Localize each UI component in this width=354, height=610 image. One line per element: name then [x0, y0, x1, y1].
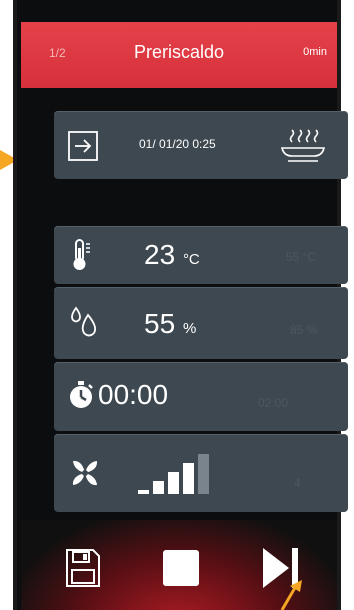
humidity-card[interactable]: 55 % 85 % — [54, 287, 348, 359]
timer-value: 00:00 — [98, 379, 169, 410]
fan-card[interactable]: 4 — [54, 434, 348, 512]
stop-icon[interactable] — [161, 548, 201, 588]
fan-level-bar — [198, 454, 209, 494]
fan-level-bar — [153, 481, 164, 494]
device-screen: 1/2 Preriscaldo 0min 01/ 01/20 0:25 23 °… — [13, 0, 348, 610]
fan-icon — [72, 460, 98, 486]
timer-target: 02:00 — [258, 396, 289, 410]
temperature-card[interactable]: 23 °C 55 °C — [54, 226, 348, 284]
enter-icon[interactable] — [68, 131, 98, 161]
fan-level-bar — [138, 490, 149, 494]
temperature-unit: °C — [182, 251, 200, 268]
humidity-icon — [71, 306, 97, 337]
fan-level-bar — [168, 472, 179, 494]
duration-label: 0min — [303, 46, 327, 58]
header-bar: 1/2 Preriscaldo 0min — [21, 22, 337, 88]
humidity-unit: % — [182, 320, 197, 337]
steam-tray-icon — [280, 129, 326, 162]
humidity-value: 55 — [144, 308, 176, 339]
pointer-arrow-bottom — [280, 580, 302, 610]
temperature-value: 23 — [144, 239, 176, 270]
schedule-datetime: 01/ 01/20 0:25 — [139, 137, 216, 151]
save-icon[interactable] — [65, 548, 101, 588]
fan-level-bar — [183, 463, 194, 494]
thermometer-icon — [73, 239, 90, 270]
fan-target: 4 — [294, 476, 301, 490]
schedule-card[interactable]: 01/ 01/20 0:25 — [54, 111, 348, 179]
phase-title: Preriscaldo — [133, 42, 225, 62]
fan-level-bars — [138, 454, 209, 494]
temperature-target: 55 °C — [286, 250, 317, 264]
timer-card[interactable]: 00:00 02:00 — [54, 362, 348, 431]
stopwatch-icon — [70, 381, 93, 408]
humidity-target: 85 % — [290, 323, 318, 337]
